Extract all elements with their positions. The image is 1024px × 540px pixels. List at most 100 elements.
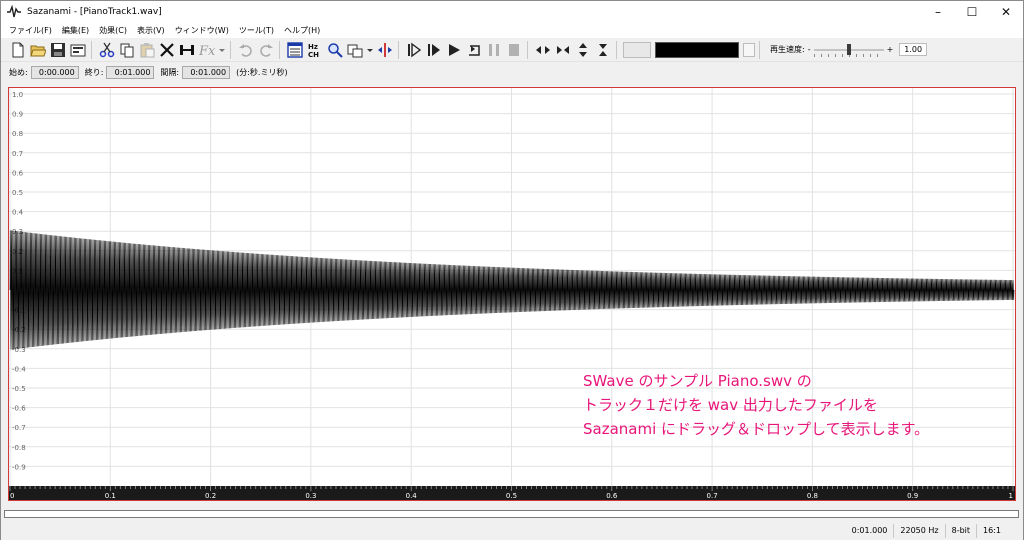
menu-file[interactable]: ファイル(F) (4, 25, 57, 36)
toolbar-separator (616, 40, 617, 59)
toolbar-separator (279, 40, 280, 59)
playback-speed-slider[interactable] (813, 43, 884, 57)
pause-icon (489, 43, 499, 56)
y-axis-tick-label: 0.5 (12, 189, 23, 197)
marker-button[interactable] (376, 41, 394, 59)
play-from-start-button[interactable] (405, 41, 423, 59)
chevron-down-icon (219, 48, 225, 52)
properties-button[interactable] (69, 41, 87, 59)
title-bar: Sazanami - [PianoTrack1.wav] – ☐ ✕ (1, 1, 1023, 23)
sample-rate-button[interactable]: Hz CH (306, 41, 324, 59)
svg-text:Hz: Hz (308, 43, 318, 51)
maximize-button[interactable]: ☐ (955, 1, 989, 23)
window-icon (287, 41, 303, 58)
status-zoom: 16:1 (976, 524, 1007, 538)
play-icon (449, 43, 460, 56)
interval-label: 間隔: (160, 67, 180, 77)
new-file-button[interactable] (9, 41, 27, 59)
y-axis-tick-label: 0.7 (12, 150, 23, 158)
close-button[interactable]: ✕ (989, 1, 1023, 23)
menu-tools[interactable]: ツール(T) (234, 25, 279, 36)
y-axis-tick-label: 0.6 (12, 169, 24, 177)
annotation-line-3: Sazanami にドラッグ＆ドロップして表示します。 (583, 420, 930, 438)
minimize-button[interactable]: – (921, 1, 955, 23)
menu-edit[interactable]: 編集(E) (57, 25, 94, 36)
menu-view[interactable]: 表示(V) (132, 25, 170, 36)
menu-help[interactable]: ヘルプ(H) (279, 25, 325, 36)
delete-x-icon (160, 42, 174, 57)
selection-button[interactable] (346, 41, 364, 59)
x-axis-tick-label: 0.5 (506, 492, 517, 500)
start-time-field[interactable]: 0:00.000 (30, 65, 79, 79)
speed-minus-label: - (807, 45, 811, 54)
playback-speed-label: 再生速度: (770, 45, 805, 54)
x-axis-tick-label: 0.3 (305, 492, 316, 500)
play-selection-button[interactable] (425, 41, 443, 59)
annotation-line-1: SWave のサンプル Piano.swv の (583, 372, 812, 390)
menu-window[interactable]: ウィンドウ(W) (170, 25, 234, 36)
delete-button[interactable] (158, 41, 176, 59)
copy-button[interactable] (118, 41, 136, 59)
selection-icon (347, 44, 363, 57)
annotation-line-2: トラック１だけを wav 出力したファイルを (583, 396, 878, 414)
menu-bar: ファイル(F) 編集(E) 効果(C) 表示(V) ウィンドウ(W) ツール(T… (1, 23, 1023, 38)
play-button[interactable] (445, 41, 463, 59)
menu-effects[interactable]: 効果(C) (94, 25, 132, 36)
loop-play-button[interactable] (465, 41, 483, 59)
toolbar-separator (527, 40, 528, 59)
zoom-button[interactable] (326, 41, 344, 59)
speed-plus-label: + (886, 45, 894, 54)
y-axis-tick-label: 0.9 (12, 111, 23, 119)
svg-text:CH: CH (308, 51, 319, 58)
save-button[interactable] (49, 41, 67, 59)
trim-button[interactable] (178, 41, 196, 59)
app-wave-icon (7, 5, 21, 18)
fx-dropdown-button[interactable] (218, 41, 226, 59)
x-axis-tick-label: 0.1 (105, 492, 116, 500)
toolbar-separator (398, 40, 399, 59)
interval-time-field[interactable]: 0:01.000 (182, 65, 231, 79)
zoom-out-horizontal-button[interactable] (554, 41, 572, 59)
zoom-out-vertical-button[interactable] (594, 41, 612, 59)
extra-color-swatch[interactable] (743, 42, 755, 57)
loop-icon (469, 44, 480, 56)
y-axis-tick-label: -0.9 (12, 463, 26, 471)
end-time-field[interactable]: 0:01.000 (106, 65, 155, 79)
x-axis-tick-label: 0.2 (205, 492, 216, 500)
end-label: 終り: (84, 67, 104, 77)
pause-button[interactable] (485, 41, 503, 59)
wave-color-swatch[interactable] (655, 41, 739, 58)
stop-button[interactable] (505, 41, 523, 59)
hz-icon: HzCH (308, 43, 319, 58)
expand-vertical-icon (579, 42, 587, 57)
selection-dropdown-button[interactable] (366, 41, 374, 59)
properties-icon (70, 44, 86, 56)
svg-text:Fx: Fx (199, 44, 215, 58)
paste-button[interactable] (138, 41, 156, 59)
cut-button[interactable] (98, 41, 116, 59)
copy-icon (120, 43, 134, 57)
horizontal-scrollbar[interactable] (4, 510, 1019, 518)
status-bit-depth: 8-bit (944, 524, 976, 538)
background-color-swatch[interactable] (623, 41, 651, 58)
playback-speed-value[interactable]: 1.00 (899, 43, 928, 56)
undo-icon (239, 43, 252, 57)
effects-fx-button[interactable]: Fx (198, 41, 216, 59)
stop-icon (509, 43, 519, 56)
play-selection-icon (428, 43, 440, 56)
status-bar: 0:01.000 22050 Hz 8-bit 16:1 (1, 522, 1023, 540)
time-range-bar: 始め: 0:00.000 終り: 0:01.000 間隔: 0:01.000 (… (1, 63, 1023, 81)
redo-button[interactable] (257, 41, 275, 59)
zoom-in-vertical-button[interactable] (574, 41, 592, 59)
chevron-down-icon (367, 48, 373, 52)
slider-thumb[interactable] (846, 43, 851, 55)
marker-arrows-icon (378, 42, 392, 57)
zoom-in-horizontal-button[interactable] (534, 41, 552, 59)
window-title: Sazanami - [PianoTrack1.wav] (27, 7, 162, 17)
fx-icon: Fx (199, 44, 215, 58)
view-window-button[interactable] (286, 41, 304, 59)
toolbar-separator (91, 40, 92, 59)
folder-open-icon (30, 45, 46, 56)
undo-button[interactable] (237, 41, 255, 59)
open-file-button[interactable] (29, 41, 47, 59)
